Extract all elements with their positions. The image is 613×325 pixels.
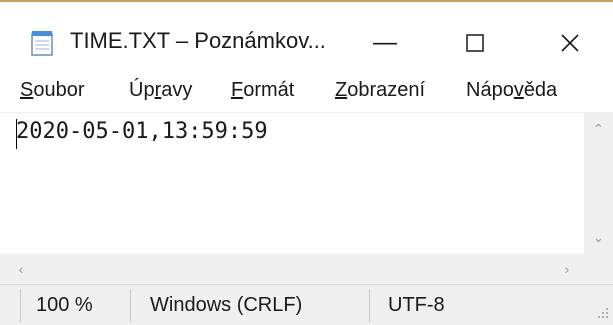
notepad-icon [31, 31, 53, 56]
menu-napoveda[interactable]: Nápověda [466, 79, 557, 102]
maximize-button[interactable] [446, 20, 504, 66]
menu-soubor[interactable]: Soubor [20, 79, 85, 102]
menu-zobrazeni[interactable]: Zobrazení [335, 79, 425, 102]
editor-content[interactable]: 2020-05-01,13:59:59 [16, 119, 268, 144]
scrollbar-corner [584, 254, 613, 284]
window-title: TIME.TXT – Poznámkov... [70, 28, 326, 53]
status-bar: 100 % Windows (CRLF) UTF-8 [0, 284, 613, 325]
horizontal-scrollbar[interactable]: ‹ › [0, 254, 584, 284]
minimize-button[interactable]: — [356, 20, 414, 66]
text-editor[interactable]: 2020-05-01,13:59:59 [0, 112, 584, 255]
maximize-icon [466, 34, 484, 52]
scroll-right-icon[interactable]: › [552, 254, 582, 284]
vertical-scrollbar[interactable]: ⌃ ⌄ [584, 112, 613, 254]
status-zoom: 100 % [36, 294, 93, 316]
scroll-down-icon[interactable]: ⌄ [584, 222, 613, 252]
resize-grip-icon[interactable] [596, 306, 610, 320]
title-bar[interactable]: TIME.TXT – Poznámkov... — [0, 2, 613, 74]
close-icon [561, 34, 579, 52]
menu-bar: Soubor Úpravy Formát Zobrazení Nápověda [0, 74, 613, 112]
close-button[interactable] [541, 20, 599, 66]
status-divider [130, 289, 131, 322]
menu-format[interactable]: Formát [231, 79, 294, 102]
status-line-ending: Windows (CRLF) [150, 294, 303, 316]
menu-upravy[interactable]: Úpravy [129, 79, 192, 102]
minimize-icon: — [373, 29, 397, 56]
status-encoding: UTF-8 [388, 294, 445, 316]
status-divider [369, 289, 370, 322]
scroll-up-icon[interactable]: ⌃ [584, 114, 613, 144]
status-divider [20, 289, 21, 322]
text-caret [16, 119, 17, 149]
scroll-left-icon[interactable]: ‹ [6, 254, 36, 284]
